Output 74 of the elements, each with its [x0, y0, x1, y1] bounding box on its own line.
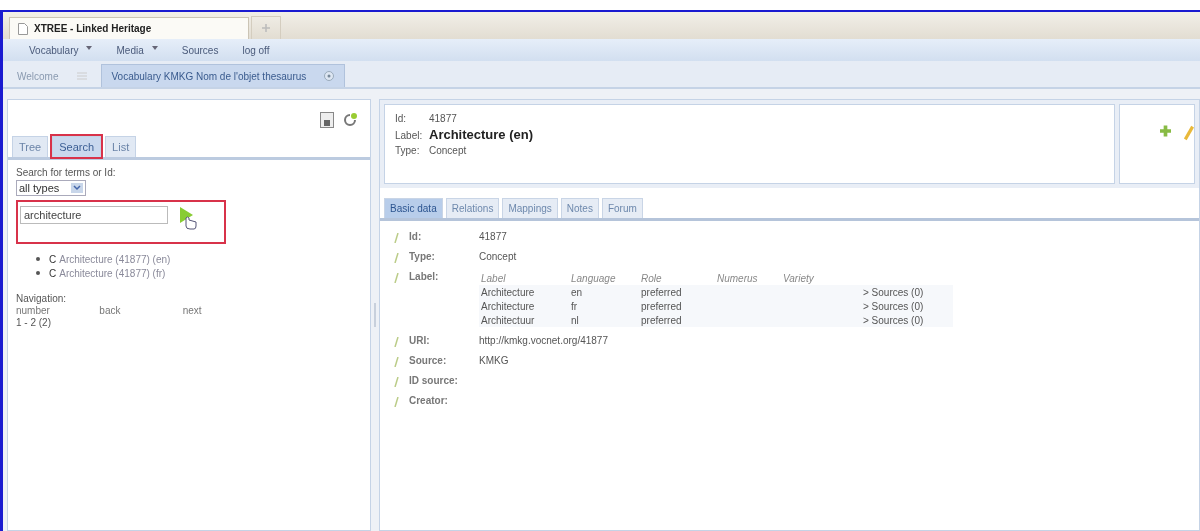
- field-value: http://kmkg.vocnet.org/41877: [479, 335, 608, 346]
- field-label: URI:: [409, 335, 431, 346]
- header-value: Architecture (en): [429, 127, 534, 142]
- result-link[interactable]: Architecture (41877) (en): [59, 253, 171, 265]
- sources-link[interactable]: > Sources (0): [863, 314, 953, 326]
- panel-tab[interactable]: Tree: [12, 136, 49, 157]
- navigation-column-label: next: [182, 305, 203, 316]
- table-cell-text: Architecture: [480, 286, 536, 298]
- sources-link[interactable]: > Sources (0): [863, 286, 953, 298]
- panel-tab[interactable]: Search: [52, 136, 102, 157]
- arrow-cursor-icon[interactable]: [178, 206, 198, 230]
- page-icon: [18, 22, 28, 35]
- detail-tab[interactable]: Mappings: [502, 198, 558, 218]
- field-label: ID source:: [409, 375, 459, 386]
- field-label: Creator:: [409, 395, 449, 406]
- type-letter: C: [49, 253, 57, 265]
- navigation-title: Navigation:: [16, 292, 67, 305]
- menu-item[interactable]: Media: [116, 44, 158, 56]
- caret-icon: [151, 45, 158, 50]
- result-link[interactable]: Architecture (41877) (fr): [59, 267, 166, 279]
- table-cell-text: fr: [571, 300, 579, 312]
- header-value: 41877: [429, 113, 457, 124]
- panel-tab[interactable]: List: [105, 136, 137, 157]
- result-count: 1 - 2 (2): [16, 316, 51, 329]
- field-value: KMKG: [479, 355, 509, 366]
- splitter-handle[interactable]: [374, 303, 376, 327]
- table-cell-text: en: [571, 286, 584, 298]
- search-field[interactable]: architecture: [20, 206, 168, 224]
- detail-tab[interactable]: Relations: [445, 198, 500, 218]
- plus-icon[interactable]: [1160, 125, 1171, 137]
- type-letter: C: [49, 267, 57, 279]
- navigation-column-label: number: [16, 305, 51, 316]
- header-label: Label:: [395, 130, 424, 141]
- field-label: Source:: [409, 355, 448, 366]
- table-cell-text: preferred: [641, 314, 683, 326]
- column-header: Label: [480, 272, 507, 284]
- caret-icon: [86, 45, 93, 50]
- table-cell-text: Architectuur: [480, 314, 536, 326]
- pencil-icon[interactable]: [1183, 125, 1194, 141]
- navigation-column-label: back: [99, 305, 122, 316]
- table-cell-text: preferred: [641, 300, 683, 312]
- close-icon[interactable]: [324, 71, 335, 81]
- detail-tab[interactable]: Notes: [560, 198, 599, 218]
- header-value: Concept: [429, 145, 467, 156]
- column-header: Numerus: [717, 272, 759, 284]
- chevron-icon: [71, 183, 84, 193]
- detail-tab[interactable]: Basic data: [384, 198, 443, 218]
- header-label: Id:: [395, 113, 408, 124]
- field-label: Id:: [409, 231, 423, 242]
- bullet-icon: [36, 271, 40, 275]
- table-cell-text: preferred: [641, 286, 683, 298]
- browser-tab[interactable]: XTREE - Linked Heritage: [9, 17, 249, 39]
- table-cell-text: nl: [571, 314, 580, 326]
- table-cell-text: Architecture: [480, 300, 536, 312]
- menu-item[interactable]: log off: [242, 44, 270, 56]
- detail-tab[interactable]: Forum: [601, 198, 643, 218]
- type-dropdown[interactable]: all types: [16, 180, 87, 196]
- refresh-icon[interactable]: [342, 112, 358, 128]
- field-value: Concept: [479, 251, 517, 262]
- menu-item[interactable]: Vocabulary: [29, 44, 93, 56]
- sources-link[interactable]: > Sources (0): [863, 300, 953, 312]
- field-label: Label:: [409, 271, 440, 282]
- save-icon[interactable]: [320, 112, 334, 128]
- plus-icon: [262, 24, 270, 32]
- field-value: 41877: [479, 231, 507, 242]
- column-header: Language: [571, 272, 617, 284]
- column-header: Variety: [783, 272, 815, 284]
- search-prompt: Search for terms or Id:: [16, 166, 116, 179]
- header-label: Type:: [395, 145, 421, 156]
- bullet-icon: [36, 257, 40, 261]
- column-header: Role: [641, 272, 663, 284]
- menu-item[interactable]: Sources: [181, 44, 219, 56]
- document-tab[interactable]: Vocabulary KMKG Nom de l'objet thesaurus: [100, 64, 346, 87]
- field-label: Type:: [409, 251, 436, 262]
